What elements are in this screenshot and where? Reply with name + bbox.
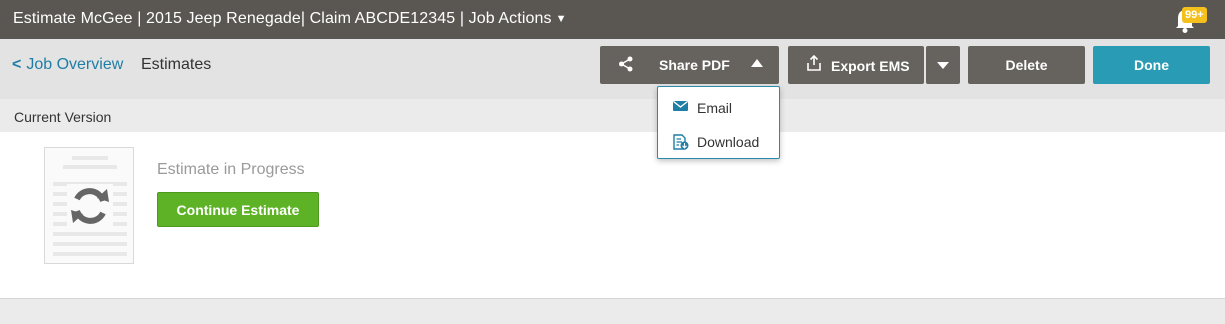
envelope-icon [673, 100, 688, 111]
estimate-thumbnail[interactable] [44, 147, 134, 264]
breadcrumb-job-overview[interactable]: < Job Overview [12, 56, 123, 74]
share-icon [619, 56, 633, 72]
thumbnail-line [53, 252, 127, 256]
job-title-text[interactable]: Estimate McGee | 2015 Jeep Renegade| Cla… [13, 10, 552, 27]
share-pdf-menu: Email Download [657, 86, 780, 159]
menu-item-email[interactable]: Email [658, 90, 779, 124]
delete-button[interactable]: Delete [968, 46, 1085, 84]
job-actions-caret-icon[interactable]: ▼ [556, 13, 567, 25]
export-ems-label: Export EMS [831, 58, 910, 74]
menu-item-download[interactable]: Download [658, 124, 779, 158]
job-title[interactable]: Estimate McGee | 2015 Jeep Renegade| Cla… [13, 10, 567, 28]
continue-estimate-button[interactable]: Continue Estimate [157, 192, 319, 227]
sync-icon [67, 184, 113, 228]
menu-item-email-label: Email [697, 100, 733, 116]
thumbnail-line [72, 156, 108, 160]
document-download-icon [673, 134, 689, 150]
estimate-card: Estimate in Progress Continue Estimate [0, 132, 1225, 299]
notification-badge[interactable]: 99+ [1182, 7, 1207, 23]
thumbnail-line [53, 242, 127, 246]
estimate-status: Estimate in Progress [157, 161, 305, 178]
menu-item-download-label: Download [697, 134, 760, 150]
export-ems-button[interactable]: Export EMS [788, 46, 924, 84]
export-icon [807, 55, 821, 71]
share-pdf-label: Share PDF [659, 57, 730, 73]
current-version-label: Current Version [14, 109, 112, 125]
export-options-button[interactable] [926, 46, 960, 84]
caret-down-icon [937, 61, 949, 69]
caret-up-icon [751, 59, 763, 67]
thumbnail-line [63, 165, 117, 169]
chevron-left-icon: < [12, 56, 22, 73]
share-pdf-button[interactable]: Share PDF [600, 46, 779, 84]
top-bar: Estimate McGee | 2015 Jeep Renegade| Cla… [0, 0, 1225, 39]
done-button[interactable]: Done [1093, 46, 1210, 84]
breadcrumb-parent-label[interactable]: Job Overview [26, 56, 123, 73]
thumbnail-line [53, 232, 127, 236]
toolbar: < Job Overview Estimates Share PDF Export… [0, 39, 1225, 99]
breadcrumb-current: Estimates [141, 56, 212, 73]
